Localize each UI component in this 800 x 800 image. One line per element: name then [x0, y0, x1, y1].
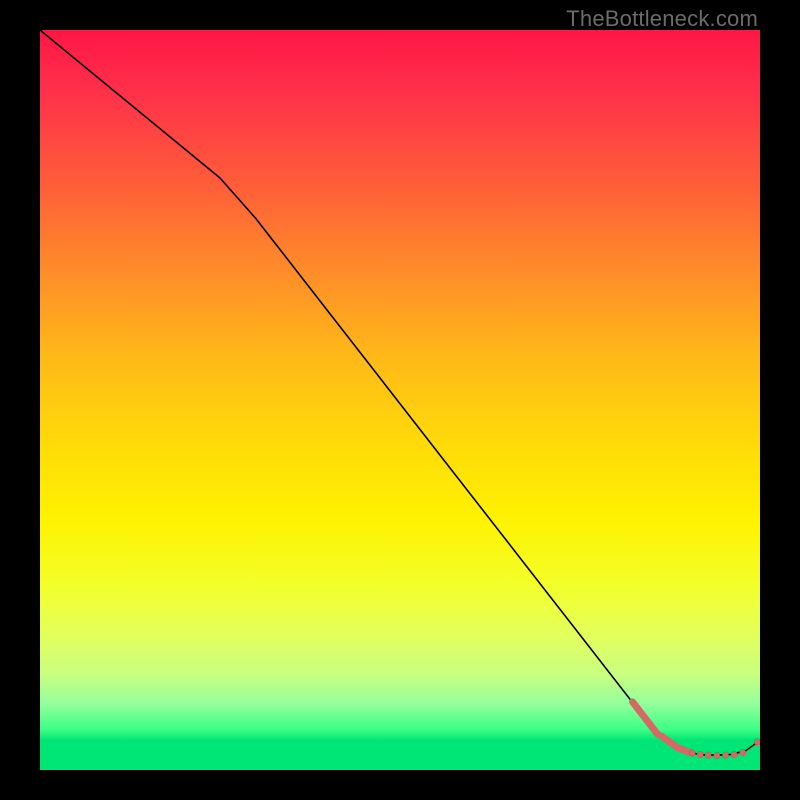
curve-data-point	[722, 752, 728, 758]
curve-data-point	[714, 752, 720, 758]
curve-data-point	[740, 749, 746, 755]
curve-data-segment	[633, 702, 658, 735]
bottleneck-curve	[40, 30, 760, 755]
chart-frame: TheBottleneck.com	[0, 0, 800, 800]
curve-data-point	[705, 752, 711, 758]
watermark-text: TheBottleneck.com	[566, 6, 758, 32]
curve-data-segment	[661, 736, 678, 748]
chart-overlay	[40, 30, 760, 770]
curve-data-point	[754, 739, 760, 745]
curve-data-point	[697, 751, 703, 757]
curve-data-point	[689, 750, 695, 756]
curve-data-point	[731, 751, 737, 757]
curve-data-segment	[679, 748, 689, 752]
curve-markers	[633, 702, 761, 759]
